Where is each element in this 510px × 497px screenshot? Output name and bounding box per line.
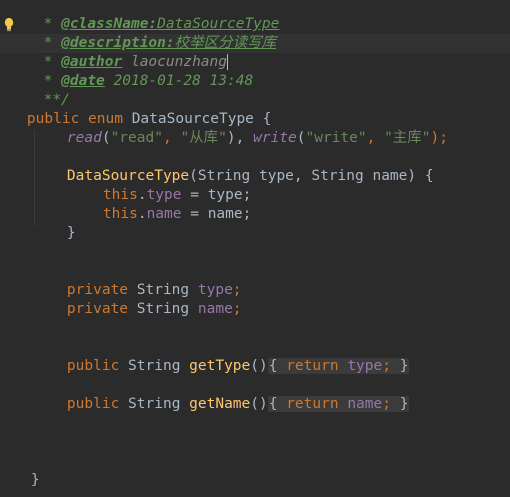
- code-line-6: public enum DataSourceType {: [0, 91, 271, 127]
- parentheses: (): [250, 358, 268, 374]
- code-line-15: private String type;: [32, 262, 242, 298]
- semicolon: );: [430, 130, 449, 146]
- comma: ,: [366, 130, 385, 146]
- method-gettype: getType: [189, 358, 251, 374]
- string-literal: "read": [110, 130, 163, 146]
- fold-close-brace: }: [390, 358, 409, 374]
- type-string: String: [119, 358, 190, 374]
- fold-region-getname[interactable]: { return name; }: [267, 396, 410, 412]
- punctuation: (: [101, 130, 111, 146]
- keyword-this: this: [102, 206, 138, 222]
- string-literal: "主库": [384, 130, 431, 146]
- code-line-7: read("read", "从库"), write("write", "主库")…: [32, 110, 448, 146]
- semicolon: ;: [232, 301, 242, 317]
- punctuation: ),: [226, 130, 254, 146]
- field-name: name: [146, 206, 182, 222]
- code-line-9: DataSourceType(String type, String name)…: [32, 148, 434, 184]
- code-line-4: * @date 2018-01-28 13:48: [0, 53, 254, 89]
- semicolon: ;: [382, 396, 391, 412]
- field-type: type: [347, 358, 383, 374]
- type-string: String: [128, 301, 198, 317]
- closing-brace: }: [30, 472, 40, 488]
- method-getname: getName: [189, 396, 251, 412]
- keyword-return: return: [286, 358, 339, 374]
- keyword-return: return: [286, 396, 339, 412]
- enum-constant-read: read: [66, 130, 102, 146]
- code-line-10: this.type = type;: [68, 167, 251, 203]
- code-line-2: * @description:校举区分读写库: [0, 15, 276, 51]
- string-literal: "从库": [180, 130, 227, 146]
- closing-brace: }: [66, 225, 76, 241]
- assignment: = name;: [181, 206, 252, 222]
- keyword-public: public: [66, 358, 120, 374]
- type-string: String: [119, 396, 190, 412]
- code-line-19: public String getType(){ return type; }: [32, 338, 410, 374]
- code-line-3: * @author laocunzhang: [0, 34, 228, 70]
- code-line-12: }: [32, 205, 76, 241]
- string-literal: "write": [305, 130, 367, 146]
- fold-open-brace: {: [268, 396, 287, 412]
- punctuation: (: [296, 130, 306, 146]
- code-line-1: * @className:DataSourceType: [0, 0, 280, 32]
- doc-date-value: 2018-01-28 13:48: [104, 73, 254, 89]
- field-name: name: [197, 301, 233, 317]
- field-name: name: [347, 396, 383, 412]
- keyword-public: public: [66, 396, 120, 412]
- code-line-25: }: [0, 452, 40, 488]
- code-line-11: this.name = name;: [68, 186, 251, 222]
- parentheses: (): [250, 396, 268, 412]
- code-editor[interactable]: * @className:DataSourceType * @descripti…: [0, 0, 510, 497]
- code-line-5: **/: [0, 72, 70, 108]
- code-line-16: private String name;: [32, 281, 242, 317]
- keyword-private: private: [66, 301, 129, 317]
- fold-region-gettype[interactable]: { return type; }: [267, 358, 410, 374]
- comma: ,: [162, 130, 181, 146]
- enum-constant-write: write: [253, 130, 297, 146]
- fold-close-brace: }: [390, 396, 409, 412]
- code-line-21: public String getName(){ return name; }: [32, 376, 410, 412]
- dot: .: [137, 206, 147, 222]
- fold-open-brace: {: [268, 358, 287, 374]
- semicolon: ;: [382, 358, 391, 374]
